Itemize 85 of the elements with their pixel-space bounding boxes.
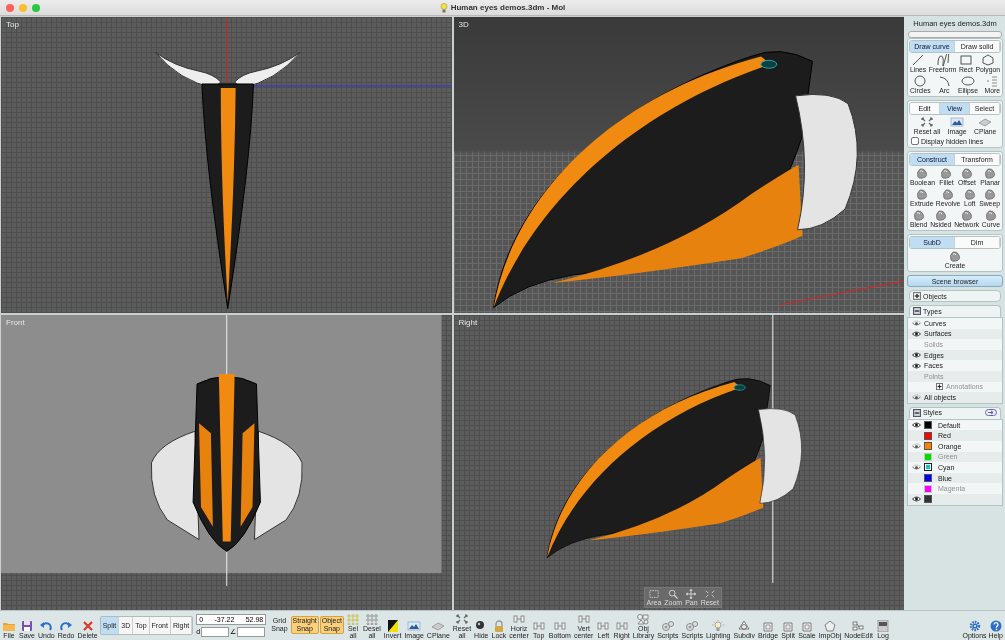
rectangle-icon xyxy=(958,54,973,66)
align-icon xyxy=(552,620,567,632)
plane-icon xyxy=(431,620,446,632)
expand-arrows-icon xyxy=(454,613,469,625)
align-icon xyxy=(531,620,546,632)
line-icon xyxy=(911,54,926,66)
plane-icon xyxy=(978,116,993,128)
delete-icon xyxy=(80,620,95,632)
arc-icon xyxy=(937,75,952,87)
angle-field[interactable] xyxy=(237,626,266,637)
cube-icon xyxy=(799,620,814,632)
eye-icon[interactable] xyxy=(912,362,921,369)
picture-icon xyxy=(950,116,965,128)
viewport-label: Top xyxy=(6,20,19,29)
cube-icon xyxy=(761,620,775,632)
solid-tool-icon xyxy=(915,167,930,179)
light-bulb-icon xyxy=(439,2,448,13)
picture-icon xyxy=(407,620,422,632)
style-swatch[interactable] xyxy=(924,431,932,440)
solid-tool-icon xyxy=(982,188,997,200)
eye-icon[interactable] xyxy=(912,422,921,429)
solid-tool-icon xyxy=(911,209,926,221)
solid-tool-icon xyxy=(983,209,998,221)
invert-icon xyxy=(385,620,400,632)
style-swatch[interactable] xyxy=(924,463,932,472)
sphere-icon xyxy=(474,620,489,632)
solid-tool-icon xyxy=(914,188,929,200)
pan-icon xyxy=(685,589,698,599)
circle-icon xyxy=(913,75,928,87)
settings-icon xyxy=(967,620,982,632)
solid-tool-icon xyxy=(959,209,974,221)
style-swatch[interactable] xyxy=(924,442,932,451)
window-title: Human eyes demos.3dm - MoI xyxy=(450,3,566,12)
solid-tool-icon xyxy=(941,188,956,200)
shapes-icon xyxy=(636,613,651,625)
align-icon xyxy=(596,620,611,632)
half-closed-eye-icon[interactable] xyxy=(912,394,921,401)
expander-icon[interactable] xyxy=(913,292,921,300)
solid-tool-icon xyxy=(948,250,962,262)
solid-tool-icon xyxy=(959,167,974,179)
expander-icon[interactable] xyxy=(913,408,921,417)
dot-grid-icon xyxy=(364,613,379,625)
distance-field[interactable] xyxy=(201,626,230,637)
arrow-right-icon[interactable] xyxy=(985,409,997,417)
help-icon xyxy=(988,620,1003,632)
folder-icon xyxy=(2,620,16,632)
gears-icon xyxy=(660,620,675,632)
light-bulb-icon xyxy=(711,620,726,632)
viewport-label: Front xyxy=(6,317,25,327)
reset-icon xyxy=(703,589,716,599)
align-icon xyxy=(576,613,591,625)
cube-icon xyxy=(781,620,796,632)
redo-icon xyxy=(59,620,74,632)
area-icon xyxy=(647,589,660,599)
align-icon xyxy=(512,613,527,625)
align-icon xyxy=(614,620,629,632)
style-swatch[interactable] xyxy=(924,421,932,430)
eye-icon[interactable] xyxy=(912,352,921,359)
solid-tool-icon xyxy=(939,167,954,179)
solid-tool-icon xyxy=(933,209,948,221)
style-swatch[interactable] xyxy=(924,495,932,504)
checkbox[interactable] xyxy=(911,137,919,145)
mesh-icon xyxy=(737,620,752,632)
eye-icon[interactable] xyxy=(912,330,921,337)
nodes-icon xyxy=(851,620,866,632)
half-closed-eye-icon[interactable] xyxy=(912,464,921,471)
more-icon xyxy=(985,75,1000,87)
polygon-icon xyxy=(980,54,995,66)
solid-tool-icon xyxy=(983,167,998,179)
freeform-curve-icon xyxy=(935,54,950,66)
viewport-label: 3D xyxy=(458,20,469,29)
dot-grid-icon xyxy=(345,613,360,625)
style-swatch[interactable] xyxy=(924,474,932,482)
gears-icon xyxy=(685,620,700,632)
ellipse-icon xyxy=(960,75,975,87)
expand-arrows-icon xyxy=(919,116,934,128)
half-closed-eye-icon[interactable] xyxy=(912,443,921,450)
solid-tool-icon xyxy=(962,188,977,200)
polyhedron-icon xyxy=(822,620,837,632)
eye-icon[interactable] xyxy=(912,496,921,503)
undo-icon xyxy=(39,620,54,632)
half-closed-eye-icon[interactable] xyxy=(912,320,921,327)
viewport-label: Right xyxy=(458,317,478,327)
zoom-icon xyxy=(667,589,680,599)
log-icon xyxy=(876,620,890,632)
